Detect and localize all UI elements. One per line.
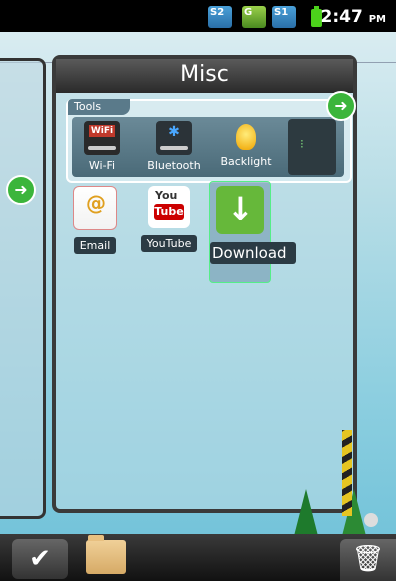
app-label: Email bbox=[73, 237, 117, 254]
bluetooth-icon: ✱ bbox=[156, 121, 192, 155]
trash-icon: 🗑 bbox=[351, 544, 385, 574]
check-icon: ✔ bbox=[29, 544, 51, 574]
download-icon bbox=[216, 186, 264, 234]
app-email[interactable]: Email bbox=[60, 186, 130, 266]
signal-icon: ⁝ bbox=[300, 137, 304, 151]
folder-icon[interactable] bbox=[86, 535, 126, 574]
status-bar: S2 G S1 2:47 PM bbox=[0, 0, 396, 32]
sim-signal-icon: S2 bbox=[208, 6, 232, 28]
app-label: YouTube bbox=[140, 235, 198, 252]
app-download[interactable]: Download bbox=[209, 181, 296, 283]
card-title: Misc bbox=[56, 59, 353, 93]
trash-button[interactable]: 🗑 bbox=[340, 539, 396, 581]
lightbulb-icon bbox=[236, 124, 256, 150]
tool-bluetooth[interactable]: ✱ Bluetooth bbox=[144, 121, 204, 181]
app-label: Download bbox=[210, 242, 296, 264]
striped-pole-decoration bbox=[342, 430, 352, 516]
sim-signal-icon: S1 bbox=[272, 6, 296, 28]
tool-wifi[interactable]: WiFi Wi-Fi bbox=[72, 121, 132, 181]
email-icon bbox=[73, 186, 117, 230]
check-button[interactable]: ✔ bbox=[12, 539, 68, 579]
more-tools-button[interactable]: ⁝ bbox=[288, 119, 336, 175]
arrow-right-icon[interactable]: ➜ bbox=[6, 175, 36, 205]
wifi-icon: WiFi bbox=[84, 121, 120, 155]
clock: 2:47 PM bbox=[320, 7, 387, 27]
tool-label: Wi-Fi bbox=[88, 159, 116, 172]
tools-label: Tools bbox=[68, 99, 130, 115]
data-transfer-icon: G bbox=[242, 6, 266, 28]
tool-label: Backlight bbox=[220, 155, 272, 168]
tool-backlight[interactable]: Backlight bbox=[216, 121, 276, 181]
app-youtube[interactable]: You Tube bbox=[134, 186, 204, 266]
arrow-right-icon[interactable]: ➜ bbox=[326, 91, 356, 121]
tools-row: WiFi Wi-Fi ✱ Bluetooth Backlight ⁝ bbox=[72, 117, 344, 177]
youtube-icon bbox=[148, 186, 190, 228]
misc-folder-card[interactable]: Misc Tools WiFi Wi-Fi ✱ Bluetooth Backli… bbox=[52, 55, 376, 575]
page-indicator bbox=[364, 513, 378, 527]
bottom-dock: ✔ 🗑 bbox=[0, 534, 396, 581]
tool-label: Bluetooth bbox=[147, 159, 201, 172]
left-panel-card[interactable] bbox=[0, 58, 46, 519]
tools-panel: Tools WiFi Wi-Fi ✱ Bluetooth Backlight ⁝ bbox=[66, 99, 352, 183]
